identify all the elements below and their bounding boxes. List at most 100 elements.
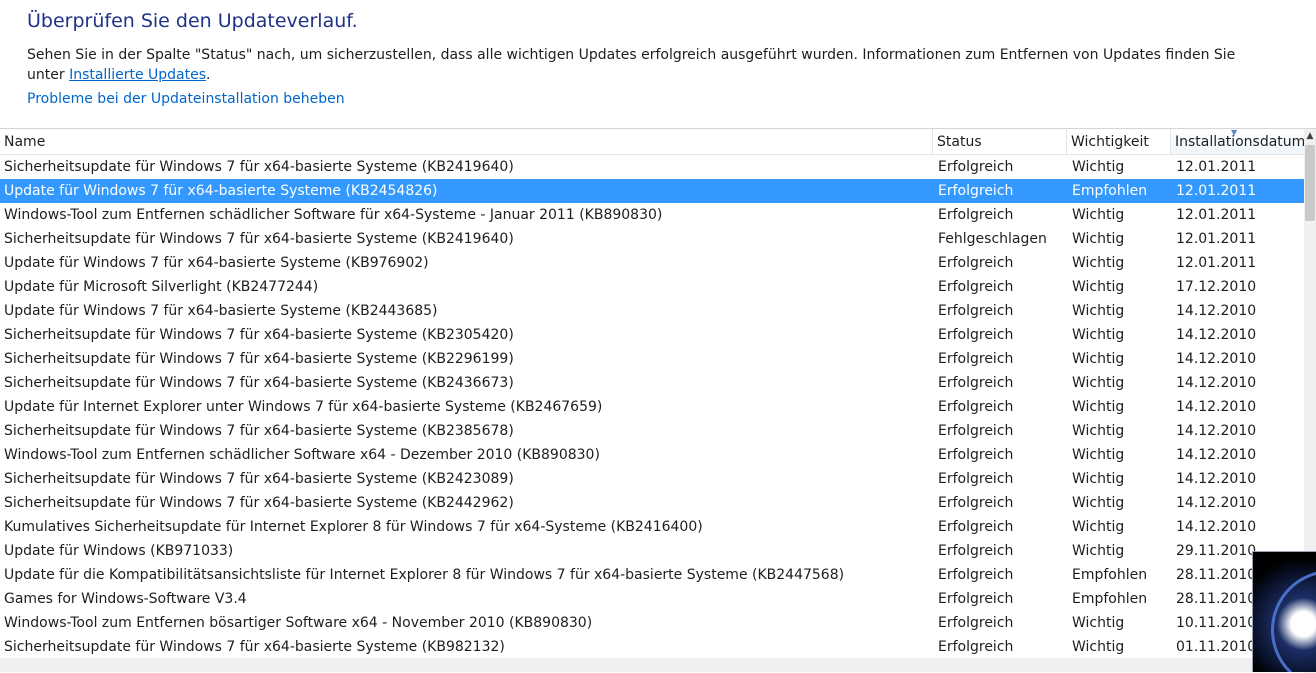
- cell-importance: Wichtig: [1072, 495, 1125, 511]
- cell-date: 12.01.2011: [1176, 207, 1257, 223]
- cell-status: Erfolgreich: [938, 351, 1014, 367]
- cell-importance: Empfohlen: [1072, 591, 1148, 607]
- cell-status: Erfolgreich: [938, 447, 1014, 463]
- cell-status: Erfolgreich: [938, 399, 1014, 415]
- table-row[interactable]: Kumulatives Sicherheitsupdate für Intern…: [0, 515, 1304, 539]
- column-header-date[interactable]: ▼ Installationsdatum: [1171, 129, 1304, 154]
- table-row[interactable]: Windows-Tool zum Entfernen schädlicher S…: [0, 203, 1304, 227]
- cell-importance: Wichtig: [1072, 399, 1125, 415]
- cell-importance: Wichtig: [1072, 375, 1125, 391]
- cell-importance: Wichtig: [1072, 303, 1125, 319]
- cell-status: Erfolgreich: [938, 423, 1014, 439]
- cell-name: Sicherheitsupdate für Windows 7 für x64-…: [4, 159, 514, 175]
- cell-importance: Wichtig: [1072, 423, 1125, 439]
- cell-status: Fehlgeschlagen: [938, 231, 1047, 247]
- table-row[interactable]: Sicherheitsupdate für Windows 7 für x64-…: [0, 155, 1304, 179]
- cell-status: Erfolgreich: [938, 639, 1014, 655]
- cell-importance: Wichtig: [1072, 519, 1125, 535]
- cell-date: 14.12.2010: [1176, 327, 1257, 343]
- cell-date: 14.12.2010: [1176, 495, 1257, 511]
- cell-date: 12.01.2011: [1176, 231, 1257, 247]
- cell-status: Erfolgreich: [938, 255, 1014, 271]
- table-row[interactable]: Sicherheitsupdate für Windows 7 für x64-…: [0, 635, 1304, 659]
- cell-status: Erfolgreich: [938, 495, 1014, 511]
- cell-date: 14.12.2010: [1176, 423, 1257, 439]
- cell-status: Erfolgreich: [938, 159, 1014, 175]
- column-header-name[interactable]: Name: [0, 129, 933, 154]
- table-row[interactable]: Sicherheitsupdate für Windows 7 für x64-…: [0, 419, 1304, 443]
- column-header-importance[interactable]: Wichtigkeit: [1067, 129, 1171, 154]
- cell-name: Windows-Tool zum Entfernen bösartiger So…: [4, 615, 593, 631]
- orb-ring: [1271, 570, 1316, 672]
- cell-date: 17.12.2010: [1176, 279, 1257, 295]
- table-row[interactable]: Games for Windows-Software V3.4 Erfolgrei…: [0, 587, 1304, 611]
- cell-date: 12.01.2011: [1176, 183, 1257, 199]
- table-row[interactable]: Sicherheitsupdate für Windows 7 für x64-…: [0, 347, 1304, 371]
- cell-name: Windows-Tool zum Entfernen schädlicher S…: [4, 207, 663, 223]
- cell-importance: Wichtig: [1072, 615, 1125, 631]
- cell-importance: Wichtig: [1072, 639, 1125, 655]
- cell-date: 14.12.2010: [1176, 375, 1257, 391]
- column-header-date-label: Installationsdatum: [1175, 134, 1304, 150]
- table-row[interactable]: Update für die Kompatibilitätsansichtsli…: [0, 563, 1304, 587]
- cell-name: Windows-Tool zum Entfernen schädlicher S…: [4, 447, 600, 463]
- cell-status: Erfolgreich: [938, 279, 1014, 295]
- cell-status: Erfolgreich: [938, 207, 1014, 223]
- cell-name: Update für Microsoft Silverlight (KB2477…: [4, 279, 319, 295]
- installed-updates-link[interactable]: Installierte Updates: [69, 67, 206, 83]
- desktop-gadget-orb: [1252, 551, 1316, 672]
- table-row[interactable]: Update für Windows 7 für x64-basierte Sy…: [0, 179, 1304, 203]
- cell-name: Update für Windows 7 für x64-basierte Sy…: [4, 183, 438, 199]
- table-row[interactable]: Windows-Tool zum Entfernen schädlicher S…: [0, 443, 1304, 467]
- troubleshoot-link[interactable]: Probleme bei der Updateinstallation behe…: [27, 91, 345, 107]
- cell-status: Erfolgreich: [938, 327, 1014, 343]
- table-row[interactable]: Sicherheitsupdate für Windows 7 für x64-…: [0, 467, 1304, 491]
- cell-importance: Empfohlen: [1072, 567, 1148, 583]
- cell-date: 14.12.2010: [1176, 351, 1257, 367]
- table-row[interactable]: Update für Windows 7 für x64-basierte Sy…: [0, 299, 1304, 323]
- column-header-bar: Name Status Wichtigkeit ▼ Installationsd…: [0, 129, 1304, 155]
- column-header-status[interactable]: Status: [933, 129, 1067, 154]
- cell-status: Erfolgreich: [938, 519, 1014, 535]
- table-row[interactable]: Sicherheitsupdate für Windows 7 für x64-…: [0, 227, 1304, 251]
- cell-importance: Wichtig: [1072, 351, 1125, 367]
- cell-date: 14.12.2010: [1176, 303, 1257, 319]
- table-row[interactable]: Windows-Tool zum Entfernen bösartiger So…: [0, 611, 1304, 635]
- cell-importance: Wichtig: [1072, 327, 1125, 343]
- scroll-up-arrow-icon[interactable]: ▲: [1304, 129, 1316, 143]
- cell-status: Erfolgreich: [938, 543, 1014, 559]
- cell-name: Sicherheitsupdate für Windows 7 für x64-…: [4, 231, 514, 247]
- cell-importance: Wichtig: [1072, 207, 1125, 223]
- table-row[interactable]: Sicherheitsupdate für Windows 7 für x64-…: [0, 491, 1304, 515]
- cell-name: Games for Windows-Software V3.4: [4, 591, 247, 607]
- cell-date: 14.12.2010: [1176, 399, 1257, 415]
- update-history-list[interactable]: Name Status Wichtigkeit ▼ Installationsd…: [0, 128, 1316, 673]
- cell-date: 12.01.2011: [1176, 159, 1257, 175]
- cell-importance: Wichtig: [1072, 159, 1125, 175]
- table-row[interactable]: Update für Windows (KB971033) Erfolgreich…: [0, 539, 1304, 563]
- cell-date: 14.12.2010: [1176, 519, 1257, 535]
- cell-date: 14.12.2010: [1176, 471, 1257, 487]
- cell-status: Erfolgreich: [938, 567, 1014, 583]
- cell-status: Erfolgreich: [938, 591, 1014, 607]
- cell-importance: Wichtig: [1072, 543, 1125, 559]
- table-row[interactable]: Update für Microsoft Silverlight (KB2477…: [0, 275, 1304, 299]
- cell-name: Sicherheitsupdate für Windows 7 für x64-…: [4, 495, 514, 511]
- table-row[interactable]: Update für Windows 7 für x64-basierte Sy…: [0, 251, 1304, 275]
- table-row[interactable]: Sicherheitsupdate für Windows 7 für x64-…: [0, 323, 1304, 347]
- cell-name: Sicherheitsupdate für Windows 7 für x64-…: [4, 639, 505, 655]
- table-row[interactable]: Update für Internet Explorer unter Windo…: [0, 395, 1304, 419]
- description: Sehen Sie in der Spalte "Status" nach, u…: [27, 45, 1277, 85]
- bottom-scroll-strip: [0, 658, 1252, 672]
- description-end: .: [206, 67, 211, 83]
- cell-name: Update für Windows 7 für x64-basierte Sy…: [4, 303, 438, 319]
- cell-status: Erfolgreich: [938, 375, 1014, 391]
- cell-importance: Wichtig: [1072, 447, 1125, 463]
- cell-name: Update für Windows (KB971033): [4, 543, 234, 559]
- cell-importance: Wichtig: [1072, 279, 1125, 295]
- sort-descending-icon: ▼: [1231, 129, 1238, 137]
- scrollbar-thumb[interactable]: [1305, 145, 1315, 221]
- table-row[interactable]: Sicherheitsupdate für Windows 7 für x64-…: [0, 371, 1304, 395]
- cell-date: 12.01.2011: [1176, 255, 1257, 271]
- cell-name: Sicherheitsupdate für Windows 7 für x64-…: [4, 375, 514, 391]
